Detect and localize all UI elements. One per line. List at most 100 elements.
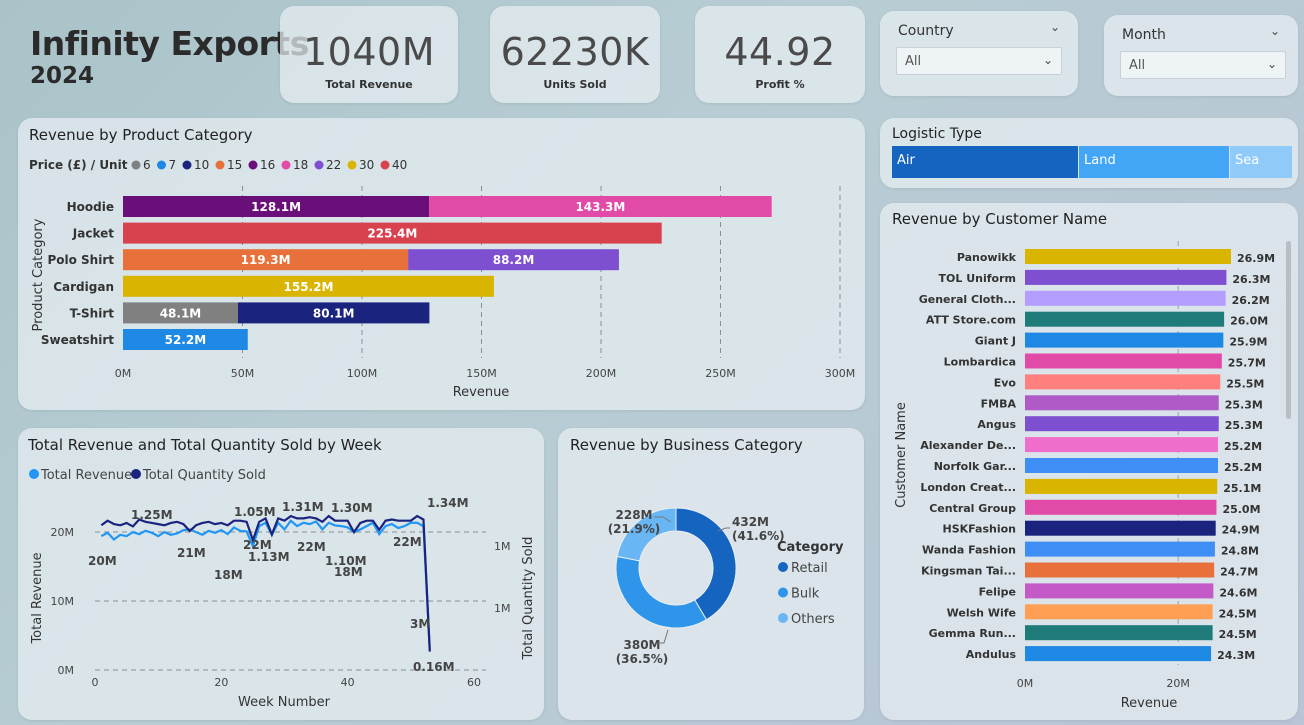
y-axis-label: Product Category <box>31 218 46 331</box>
month-dropdown[interactable]: All ⌄ <box>1120 51 1286 79</box>
legend-marker <box>29 469 39 479</box>
bar <box>1025 646 1212 662</box>
category-label: Angus <box>977 418 1016 431</box>
legend-title: Category <box>777 540 844 555</box>
bar <box>1025 311 1225 327</box>
data-label: 24.9M <box>1222 524 1260 537</box>
data-label: 18M <box>334 565 363 579</box>
chevron-down-icon[interactable]: ⌄ <box>1043 53 1053 67</box>
category-label: Gemma Run... <box>929 627 1016 640</box>
y-right-axis-label: Total Quantity Sold <box>521 537 536 661</box>
data-label: 432M <box>732 515 769 529</box>
data-label: 26.0M <box>1230 315 1268 328</box>
legend-label: Total Quantity Sold <box>142 468 266 483</box>
data-label: 25.3M <box>1225 398 1263 411</box>
data-label: 25.2M <box>1224 461 1262 474</box>
data-label: 22M <box>393 535 422 549</box>
category-label: FMBA <box>981 397 1017 410</box>
logistic-type-title: Logistic Type <box>892 126 982 142</box>
month-dropdown-value: All <box>1129 58 1146 73</box>
bar <box>1025 458 1218 473</box>
x-tick-label: 100M <box>347 367 378 380</box>
legend-marker <box>778 587 788 598</box>
legend-label: Others <box>791 612 835 627</box>
data-label: 1.25M <box>131 508 173 522</box>
legend-marker <box>248 160 258 170</box>
legend-label: Retail <box>791 561 828 576</box>
dashboard-year: 2024 <box>30 63 95 89</box>
product-category-chart-card: Revenue by Product Category Price (£) / … <box>18 118 865 410</box>
legend-label: 30 <box>359 158 374 172</box>
data-label: 225.4M <box>367 227 417 241</box>
y-right-tick-label: 1M <box>494 540 511 553</box>
legend-marker <box>281 160 291 170</box>
bar <box>1025 374 1221 390</box>
data-label: 21M <box>177 546 206 560</box>
data-label: 26.9M <box>1237 252 1275 265</box>
legend-title: Price (£) / Unit <box>29 158 128 172</box>
country-dropdown-value: All <box>905 54 922 69</box>
category-label: Jacket <box>72 227 114 241</box>
legend-marker <box>215 160 225 170</box>
legend-marker <box>131 469 141 479</box>
country-slicer-label: Country <box>898 23 954 39</box>
bar <box>1025 604 1213 620</box>
category-label: Panowikk <box>957 251 1017 264</box>
data-label: 155.2M <box>284 280 334 294</box>
category-label: T-Shirt <box>70 306 115 320</box>
country-dropdown[interactable]: All ⌄ <box>896 47 1062 75</box>
data-label: 24.6M <box>1219 586 1257 599</box>
legend-label: Total Revenue <box>40 468 132 483</box>
category-label: Andulus <box>966 648 1017 661</box>
chevron-down-icon[interactable]: ⌄ <box>1270 24 1280 38</box>
y-tick-label: 20M <box>51 526 75 539</box>
category-label: General Cloth... <box>919 293 1016 306</box>
category-label: ATT Store.com <box>926 314 1016 327</box>
bar <box>1025 437 1218 453</box>
data-label: 25.3M <box>1225 419 1263 432</box>
month-slicer[interactable]: Month ⌄ All ⌄ <box>1104 15 1298 96</box>
kpi-card-profit: 44.92 Profit % <box>695 6 865 103</box>
bar <box>1025 583 1214 599</box>
legend-label: 22 <box>326 158 341 172</box>
data-label: 25.0M <box>1222 503 1260 516</box>
bar <box>1025 541 1215 557</box>
data-label: 80.1M <box>313 306 355 320</box>
category-label: HSKFashion <box>943 523 1016 536</box>
legend-label: 16 <box>260 158 275 172</box>
category-label: Sweatshirt <box>41 333 114 347</box>
x-tick-label: 60 <box>467 676 481 689</box>
data-label: 1.34M <box>427 496 469 510</box>
data-label: 143.3M <box>575 200 625 214</box>
logistic-option-air[interactable]: Air <box>892 146 1078 178</box>
x-tick-label: 300M <box>825 367 856 380</box>
customer-chart-scrollbar[interactable] <box>1286 241 1291 419</box>
chevron-down-icon[interactable]: ⌄ <box>1267 57 1277 71</box>
category-label: Welsh Wife <box>947 606 1016 619</box>
bar <box>1025 562 1215 578</box>
logistic-option-sea[interactable]: Sea <box>1230 146 1292 178</box>
data-label: 380M <box>624 638 661 652</box>
legend-marker <box>380 160 390 170</box>
data-label: 52.2M <box>165 333 207 347</box>
bar <box>1025 290 1226 306</box>
x-axis-label: Revenue <box>1121 696 1178 711</box>
customer-chart-card: Revenue by Customer Name 0M 20M Revenue Cus… <box>880 203 1298 720</box>
month-slicer-label: Month <box>1122 27 1166 43</box>
kpi-label: Units Sold <box>543 78 607 91</box>
business-category-donut-chart: 432M(41.6%)380M(36.5%)228M(21.9%)Categor… <box>608 507 844 666</box>
logistic-type-slicer: Logistic Type Air Land Sea <box>880 118 1298 188</box>
category-label: Giant J <box>975 335 1016 348</box>
category-label: Alexander De... <box>920 439 1016 452</box>
data-label: 22M <box>297 540 326 554</box>
legend-marker <box>182 160 192 170</box>
chevron-down-icon[interactable]: ⌄ <box>1050 20 1060 34</box>
category-label: Felipe <box>979 585 1016 598</box>
country-slicer[interactable]: Country ⌄ All ⌄ <box>880 11 1078 96</box>
category-label: Evo <box>994 376 1017 389</box>
y-axis-label: Customer Name <box>894 402 909 508</box>
data-label: 88.2M <box>493 253 535 267</box>
logistic-option-land[interactable]: Land <box>1079 146 1229 178</box>
series-line-total-quantity <box>100 514 431 652</box>
legend-marker <box>157 160 166 170</box>
